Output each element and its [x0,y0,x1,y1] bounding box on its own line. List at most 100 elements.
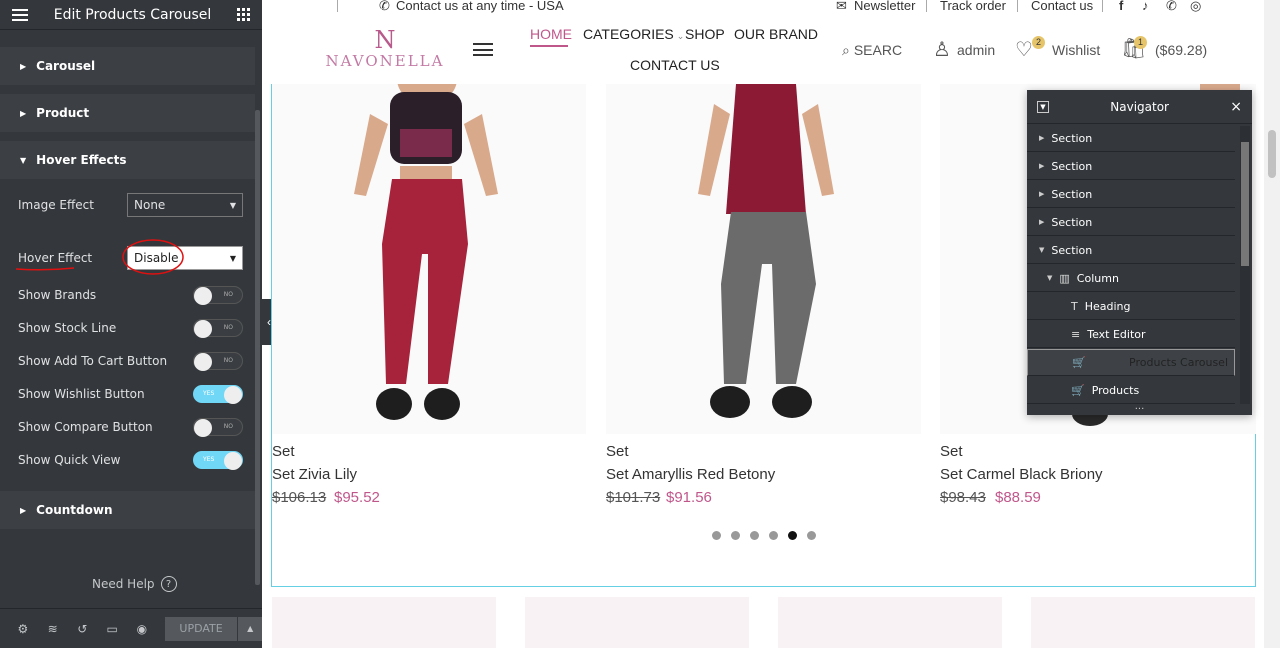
navigator-item[interactable]: ▶ Section [1027,125,1235,152]
facebook-icon[interactable]: f [1119,0,1123,13]
user-name[interactable]: admin [957,42,995,58]
editor-panel: Edit Products Carousel ▶ Carousel ▶ Produc… [0,0,262,648]
image-effect-select[interactable]: None ▼ [127,193,243,217]
carousel-dot[interactable] [769,531,778,540]
carousel-dot[interactable] [807,531,816,540]
collapse-all-icon[interactable]: ▼ [1037,100,1049,113]
menu-icon[interactable] [12,8,28,21]
navigator-item[interactable]: ▼ Section [1027,237,1235,264]
navigator-panel[interactable]: ▼ Navigator × ▶ Section ▶ Section ▶ Section ▶ S… [1027,90,1252,415]
image-effect-label: Image Effect [18,198,94,212]
update-options-caret-icon[interactable]: ▲ [238,616,262,641]
section-countdown[interactable]: ▶ Countdown [0,491,255,529]
product-name[interactable]: Set Amaryllis Red Betony [606,466,775,483]
navigator-item[interactable]: ≡ Text Editor [1027,321,1235,348]
navigator-item-label: Heading [1084,299,1131,313]
section-hover-effects[interactable]: ▼ Hover Effects [0,141,255,179]
toggle-label: Show Quick View [18,453,121,467]
menu-shop[interactable]: SHOP [685,26,725,42]
navigator-more-icon[interactable]: ... [1027,402,1252,415]
contact-us-link[interactable]: Contact us [1031,0,1093,13]
product-price: $88.59 [995,489,1041,506]
caret-right-icon[interactable]: ▶ [1039,134,1044,142]
navigator-item[interactable]: T Heading [1027,293,1235,320]
product-thumb[interactable] [778,597,1002,648]
carousel-dot[interactable] [788,531,797,540]
toggle-switch[interactable]: NO [193,418,243,437]
responsive-icon[interactable]: ▭ [105,622,119,636]
widgets-grid-icon[interactable] [237,8,250,21]
search-button[interactable]: ⌕ SEARC [842,42,902,59]
whatsapp-social-icon[interactable]: ✆ [1166,0,1177,14]
navigator-header[interactable]: ▼ Navigator × [1027,90,1252,124]
history-icon[interactable]: ↺ [76,622,90,636]
toggle-switch[interactable]: YES [193,385,243,404]
navigator-scroll-thumb[interactable] [1241,142,1249,266]
product-category[interactable]: Set [272,443,295,460]
update-button[interactable]: UPDATE [164,616,238,641]
chevron-down-icon: ▼ [229,200,236,210]
menu-our-brand[interactable]: OUR BRAND [734,26,818,42]
tiktok-icon[interactable]: ♪ [1142,0,1149,13]
page-scroll-thumb[interactable] [1268,130,1276,178]
carousel-dot[interactable] [712,531,721,540]
caret-down-icon: ▼ [20,155,27,165]
toggle-knob [224,386,242,404]
whatsapp-icon: ✆ [379,0,390,13]
navigator-item[interactable]: 🛒 Products [1027,377,1235,404]
product-name[interactable]: Set Carmel Black Briony [940,466,1103,483]
site-logo[interactable]: N NAVONELLA [322,28,448,70]
product-image[interactable] [272,54,586,434]
navigator-item[interactable]: ▶ Section [1027,181,1235,208]
product-thumb[interactable] [1031,597,1255,648]
toggle-knob [224,452,242,470]
layers-icon[interactable]: ≋ [46,622,60,636]
toggle-knob [194,320,212,338]
instagram-icon[interactable]: ◎ [1190,0,1201,14]
wishlist-link[interactable]: Wishlist [1052,42,1100,58]
product-thumb[interactable] [272,597,496,648]
navigator-item[interactable]: ▶ Section [1027,153,1235,180]
preview-eye-icon[interactable]: ◉ [135,622,149,636]
mobile-menu-icon[interactable] [473,43,493,56]
navigator-item[interactable]: ▼ ▥ Column [1027,265,1235,292]
caret-down-icon[interactable]: ▼ [1039,246,1044,254]
navigator-title: Navigator [1110,99,1169,114]
caret-right-icon[interactable]: ▶ [1039,162,1044,170]
user-icon[interactable]: ♙ [933,37,951,62]
menu-categories[interactable]: CATEGORIES ⌄ [583,26,684,42]
section-product[interactable]: ▶ Product [0,94,255,132]
caret-down-icon[interactable]: ▼ [1047,274,1052,282]
product-name[interactable]: Set Zivia Lily [272,466,357,483]
product-image[interactable] [606,84,921,434]
carousel-dot[interactable] [731,531,740,540]
heart-icon[interactable]: ♡ [1015,37,1033,62]
section-carousel[interactable]: ▶ Carousel [0,47,255,85]
navigator-item[interactable]: 🛒 Products Carousel [1027,349,1235,376]
toggle-state: NO [223,291,233,298]
toggle-switch[interactable]: NO [193,286,243,305]
track-order-link[interactable]: Track order [940,0,1006,13]
menu-contact-us[interactable]: CONTACT US [630,57,720,73]
editor-header: Edit Products Carousel [0,0,262,30]
active-underline [530,45,568,47]
toggle-switch[interactable]: NO [193,352,243,371]
newsletter-link[interactable]: Newsletter [854,0,915,13]
navigator-item[interactable]: ▶ Section [1027,209,1235,236]
menu-home[interactable]: HOME [530,26,572,42]
need-help-link[interactable]: Need Help ? [92,576,177,592]
hover-effect-select[interactable]: Disable ▼ [127,246,243,270]
settings-icon[interactable]: ⚙ [16,622,30,636]
cart-total[interactable]: ($69.28) [1155,42,1207,58]
product-category[interactable]: Set [940,443,963,460]
caret-right-icon[interactable]: ▶ [1039,218,1044,226]
page-scrollbar[interactable] [1264,0,1280,648]
toggle-switch[interactable]: YES [193,451,243,470]
toggle-switch[interactable]: NO [193,319,243,338]
product-thumb[interactable] [525,597,749,648]
carousel-dot[interactable] [750,531,759,540]
product-category[interactable]: Set [606,443,629,460]
close-icon[interactable]: × [1230,99,1242,115]
caret-right-icon[interactable]: ▶ [1039,190,1044,198]
panel-scrollbar[interactable] [255,110,260,585]
